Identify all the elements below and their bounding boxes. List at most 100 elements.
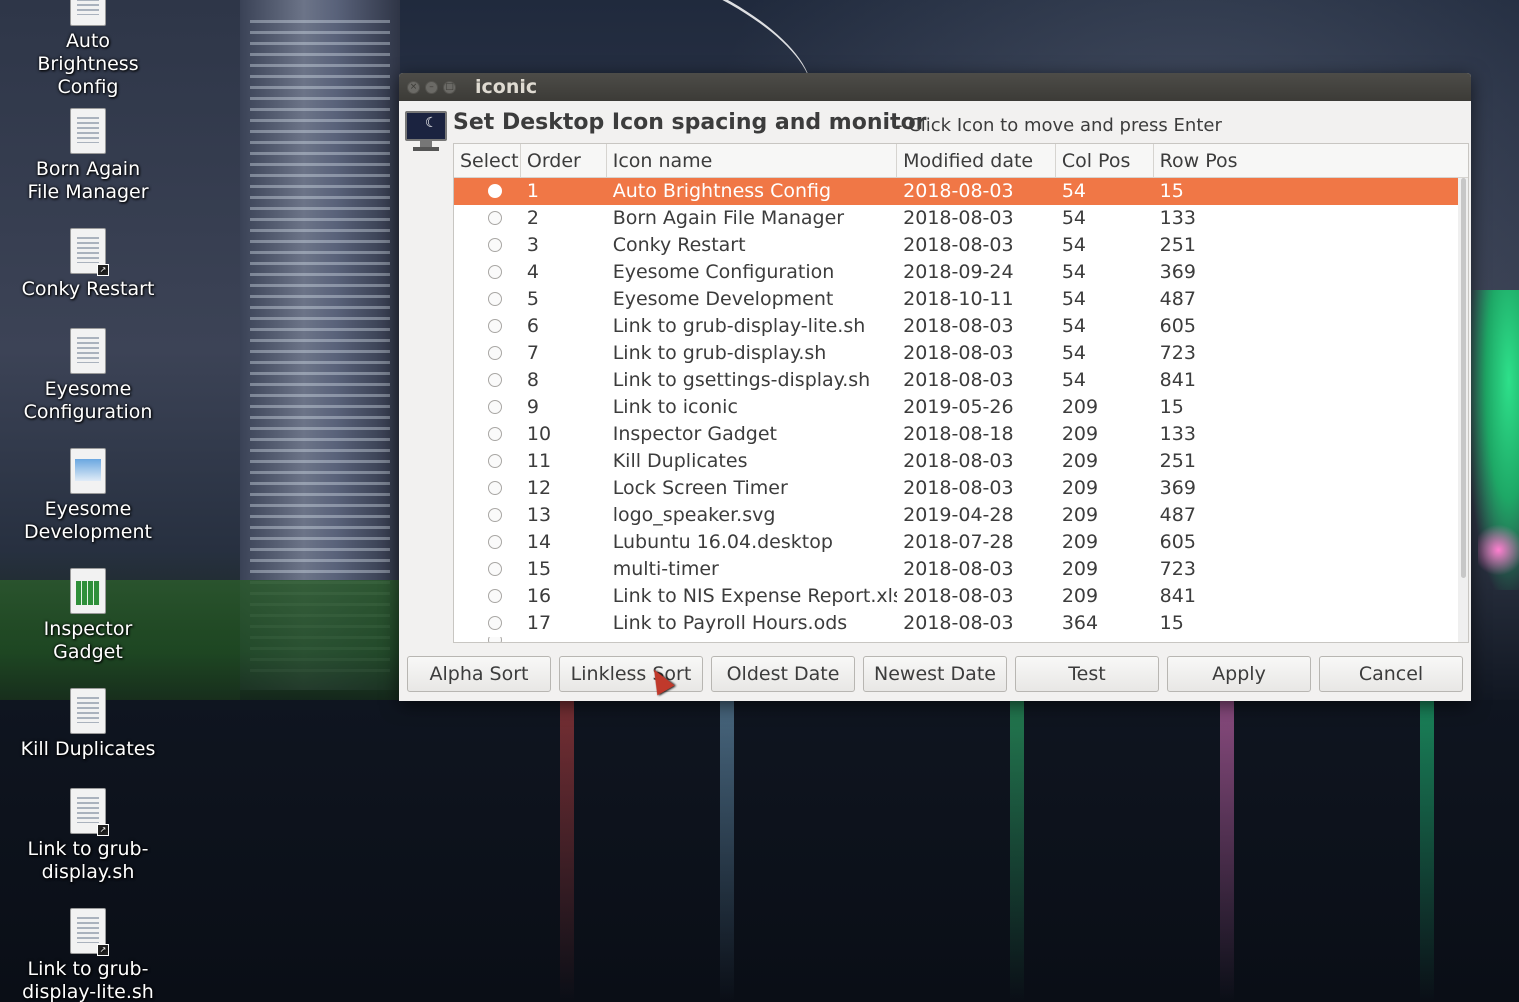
dialog-header: Set Desktop Icon spacing and monitor - C… — [399, 101, 1471, 141]
desktop-icon-kill-duplicates[interactable]: Kill Duplicates — [0, 688, 176, 761]
desktop-icon-link-to-grub-display-lite[interactable]: ↗ Link to grub- display-lite.sh — [0, 908, 176, 1002]
select-radio[interactable] — [488, 319, 502, 333]
table-row[interactable]: 12 Lock Screen Timer 2018-08-03 209 369 — [454, 475, 1468, 502]
spreadsheet-icon — [70, 568, 106, 614]
icon-name-cell: Eyesome Development — [612, 288, 834, 310]
table-row[interactable]: 9 Link to iconic 2019-05-26 209 15 — [454, 394, 1468, 421]
select-radio[interactable] — [488, 400, 502, 414]
linkless-sort-button[interactable]: Linkless Sort — [559, 656, 703, 692]
select-radio[interactable] — [488, 508, 502, 522]
desktop-icon-link-to-grub-display[interactable]: ↗ Link to grub- display.sh — [0, 788, 176, 884]
modified-date-cell: 2018-08-03 — [903, 207, 1014, 229]
desktop-icon-eyesome-configuration[interactable]: Eyesome Configuration — [0, 328, 176, 424]
select-radio[interactable] — [488, 292, 502, 306]
column-header-select[interactable]: Select — [454, 144, 521, 177]
table-row[interactable]: 10 Inspector Gadget 2018-08-18 209 133 — [454, 421, 1468, 448]
select-cell — [454, 502, 521, 529]
icon-table[interactable]: Select Order Icon name Modified date Col… — [453, 143, 1469, 643]
select-radio[interactable] — [488, 535, 502, 549]
newest-date-button[interactable]: Newest Date — [863, 656, 1007, 692]
select-cell — [454, 394, 521, 421]
desktop-icon-conky-restart[interactable]: ↗ Conky Restart — [0, 228, 176, 301]
table-row[interactable]: 14 Lubuntu 16.04.desktop 2018-07-28 209 605 — [454, 529, 1468, 556]
select-radio[interactable] — [488, 454, 502, 468]
col-pos-cell: 54 — [1061, 234, 1087, 256]
button-bar: Alpha Sort Linkless Sort Oldest Date New… — [407, 656, 1463, 694]
table-row[interactable]: 8 Link to gsettings-display.sh 2018-08-03 5… — [454, 367, 1468, 394]
icon-name-cell: Auto Brightness Config — [612, 180, 832, 202]
desktop-icon-born-again-file-manager[interactable]: Born Again File Manager — [0, 108, 176, 204]
column-header-col-pos[interactable]: Col Pos — [1056, 144, 1154, 177]
desktop-icon-label: Link to grub- — [27, 958, 149, 980]
icon-name-cell: logo_speaker.svg — [612, 504, 776, 526]
order-cell: 6 — [526, 315, 539, 337]
modified-date-cell: 2018-08-03 — [903, 369, 1014, 391]
desktop-icon-inspector-gadget[interactable]: Inspector Gadget — [0, 568, 176, 664]
col-pos-cell: 54 — [1061, 369, 1087, 391]
row-pos-cell: 15 — [1159, 612, 1184, 634]
document-icon — [70, 108, 106, 154]
maximize-icon[interactable]: □ — [443, 80, 456, 94]
table-row[interactable]: 5 Eyesome Development 2018-10-11 54 487 — [454, 286, 1468, 313]
order-cell: 10 — [526, 423, 552, 445]
close-icon[interactable]: × — [407, 80, 420, 94]
oldest-date-button[interactable]: Oldest Date — [711, 656, 855, 692]
select-radio[interactable] — [488, 427, 502, 441]
icon-name-cell: Inspector Gadget — [612, 423, 778, 445]
cancel-button[interactable]: Cancel — [1319, 656, 1463, 692]
row-pos-cell: 251 — [1159, 450, 1196, 472]
table-row[interactable]: 17 Link to Payroll Hours.ods 2018-08-03 364… — [454, 610, 1468, 637]
select-cell — [454, 421, 521, 448]
select-radio[interactable] — [488, 589, 502, 603]
table-row[interactable]: 16 Link to NIS Expense Report.xlsx 2018-08… — [454, 583, 1468, 610]
select-radio[interactable] — [488, 211, 502, 225]
background-water — [0, 700, 1519, 1002]
select-radio[interactable] — [488, 184, 502, 198]
test-button[interactable]: Test — [1015, 656, 1159, 692]
select-radio[interactable] — [488, 637, 502, 642]
desktop-icon-label: Eyesome — [44, 378, 132, 400]
table-row[interactable]: 13 logo_speaker.svg 2019-04-28 209 487 — [454, 502, 1468, 529]
select-radio[interactable] — [488, 265, 502, 279]
desktop-icon-eyesome-development[interactable]: Eyesome Development — [0, 448, 176, 544]
column-header-icon-name[interactable]: Icon name — [607, 144, 898, 177]
select-radio[interactable] — [488, 373, 502, 387]
dialog-heading: Set Desktop Icon spacing and monitor — [453, 110, 927, 135]
table-row[interactable]: 6 Link to grub-display-lite.sh 2018-08-03 5… — [454, 313, 1468, 340]
table-row[interactable]: 15 multi-timer 2018-08-03 209 723 — [454, 556, 1468, 583]
order-cell: 4 — [526, 261, 539, 283]
select-radio[interactable] — [488, 616, 502, 630]
table-row[interactable]: 1 Auto Brightness Config 2018-08-03 54 15 — [454, 178, 1468, 205]
row-pos-cell: 15 — [1159, 180, 1184, 202]
table-row[interactable]: 11 Kill Duplicates 2018-08-03 209 251 — [454, 448, 1468, 475]
table-row[interactable]: 7 Link to grub-display.sh 2018-08-03 54 723 — [454, 340, 1468, 367]
table-row[interactable]: 4 Eyesome Configuration 2018-09-24 54 369 — [454, 259, 1468, 286]
iconic-window: × – □ iconic ☾ Set Desktop Icon spacing … — [399, 73, 1471, 701]
order-cell: 7 — [526, 342, 539, 364]
table-row-partial[interactable] — [454, 637, 1468, 642]
order-cell: 13 — [526, 504, 552, 526]
minimize-icon[interactable]: – — [425, 80, 438, 94]
modified-date-cell: 2018-08-03 — [903, 585, 1014, 607]
column-header-row-pos[interactable]: Row Pos — [1154, 144, 1468, 177]
desktop-icon-label: Inspector — [43, 618, 133, 640]
vertical-scrollbar[interactable] — [1458, 178, 1468, 642]
desktop-icon-auto-brightness-config[interactable]: Auto Brightness Config — [0, 0, 176, 99]
table-row[interactable]: 3 Conky Restart 2018-08-03 54 251 — [454, 232, 1468, 259]
col-pos-cell: 54 — [1061, 207, 1087, 229]
background-reflection — [1420, 700, 1434, 1002]
column-header-modified-date[interactable]: Modified date — [897, 144, 1056, 177]
order-cell: 5 — [526, 288, 539, 310]
scrollbar-thumb[interactable] — [1461, 178, 1466, 578]
select-radio[interactable] — [488, 238, 502, 252]
select-radio[interactable] — [488, 481, 502, 495]
select-radio[interactable] — [488, 562, 502, 576]
table-row[interactable]: 2 Born Again File Manager 2018-08-03 54 133 — [454, 205, 1468, 232]
select-cell — [454, 556, 521, 583]
column-header-order[interactable]: Order — [521, 144, 607, 177]
alpha-sort-button[interactable]: Alpha Sort — [407, 656, 551, 692]
document-link-icon: ↗ — [70, 908, 109, 956]
select-radio[interactable] — [488, 346, 502, 360]
window-titlebar[interactable]: × – □ iconic — [399, 73, 1471, 101]
apply-button[interactable]: Apply — [1167, 656, 1311, 692]
